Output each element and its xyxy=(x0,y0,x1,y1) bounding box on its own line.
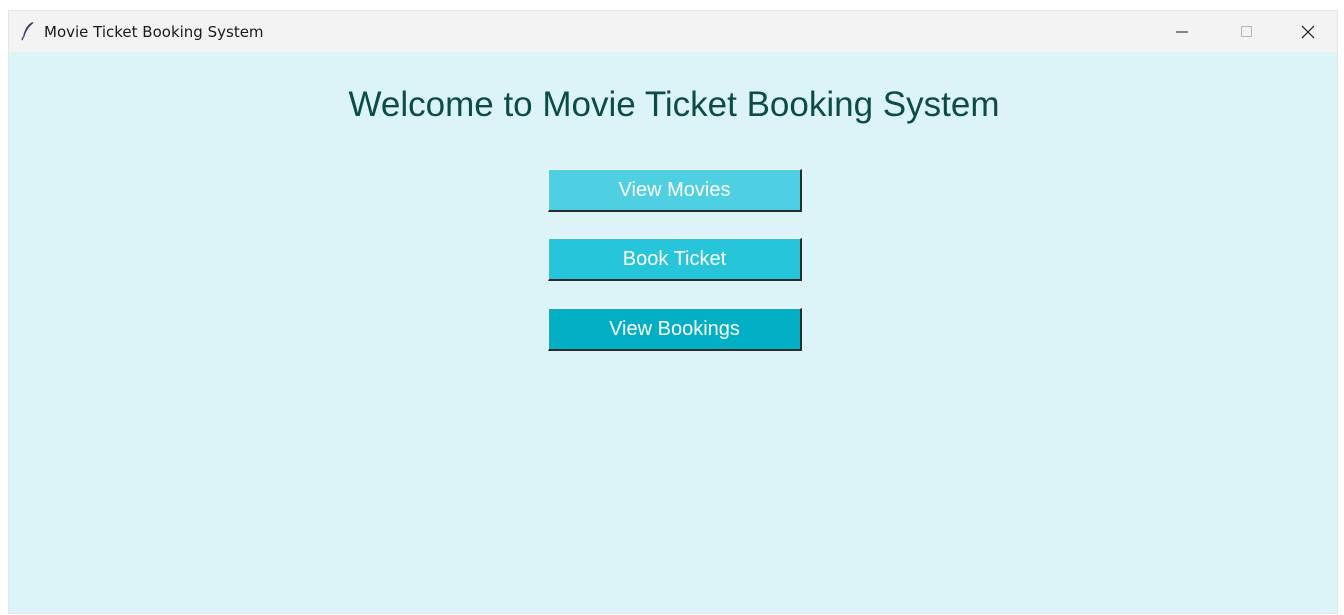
main-content: Welcome to Movie Ticket Booking System V… xyxy=(9,52,1337,613)
close-button[interactable] xyxy=(1277,11,1337,52)
maximize-button[interactable] xyxy=(1215,11,1277,52)
maximize-icon xyxy=(1240,26,1252,37)
book-ticket-button[interactable]: Book Ticket xyxy=(548,238,802,281)
view-movies-button[interactable]: View Movies xyxy=(548,169,802,212)
minimize-button[interactable] xyxy=(1151,11,1213,52)
feather-icon xyxy=(21,22,34,41)
welcome-heading: Welcome to Movie Ticket Booking System xyxy=(348,85,1000,124)
view-bookings-button[interactable]: View Bookings xyxy=(548,308,802,351)
title-bar[interactable]: Movie Ticket Booking System xyxy=(9,11,1337,52)
app-window: Movie Ticket Booking System Welcome to M… xyxy=(8,10,1338,614)
close-icon xyxy=(1301,25,1315,38)
window-title: Movie Ticket Booking System xyxy=(44,23,264,41)
minimize-icon xyxy=(1176,31,1188,32)
